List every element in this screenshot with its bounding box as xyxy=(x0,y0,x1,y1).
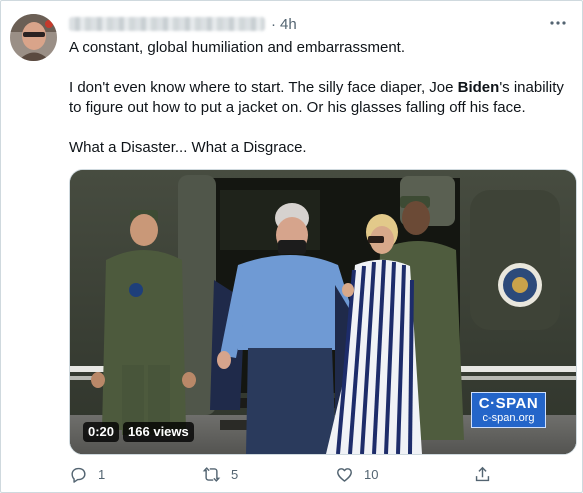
tweet-paragraph-2-start: I don't even know where to start. The si… xyxy=(69,79,458,96)
retweet-button[interactable]: 5 xyxy=(202,465,238,484)
video-views: 166 views xyxy=(123,422,194,442)
cspan-url: c-span.org xyxy=(482,412,535,424)
video-badges: 0:20 166 views xyxy=(83,422,194,442)
separator: · xyxy=(271,15,276,33)
share-icon xyxy=(475,466,490,482)
reply-button[interactable]: 1 xyxy=(69,465,105,484)
more-icon xyxy=(550,21,566,25)
reply-count: 1 xyxy=(98,467,106,482)
tweet-paragraph-3: What a Disaster... What a Disgrace. xyxy=(69,139,307,156)
like-button[interactable]: 10 xyxy=(335,465,378,484)
video-duration: 0:20 xyxy=(83,422,120,442)
tweet-paragraph-2: I don't even know where to start. The si… xyxy=(69,78,569,118)
reply-icon xyxy=(71,467,86,483)
avatar-image xyxy=(10,14,57,61)
tweet-header: · 4h xyxy=(69,14,297,34)
cspan-logo: C·SPAN xyxy=(478,395,539,412)
tweet-card[interactable]: · 4h A constant, global humiliation and … xyxy=(0,0,583,493)
like-icon xyxy=(337,468,352,482)
timestamp[interactable]: 4h xyxy=(280,16,297,33)
share-button[interactable] xyxy=(473,465,492,484)
retweet-count: 5 xyxy=(231,467,239,482)
tweet-actions: 1 5 10 xyxy=(69,465,569,487)
avatar[interactable] xyxy=(10,14,57,61)
author-name-redacted[interactable] xyxy=(69,17,265,31)
retweet-icon xyxy=(202,467,221,482)
cspan-watermark: C·SPAN c-span.org xyxy=(471,392,546,428)
more-button[interactable] xyxy=(548,13,568,33)
highlighted-term: Biden xyxy=(457,79,500,96)
tweet-paragraph-1: A constant, global humiliation and embar… xyxy=(69,39,406,56)
like-count: 10 xyxy=(364,467,379,482)
tweet-text: A constant, global humiliation and embar… xyxy=(69,38,569,158)
video-player[interactable]: 0:20 166 views C·SPAN c-span.org xyxy=(69,169,577,455)
